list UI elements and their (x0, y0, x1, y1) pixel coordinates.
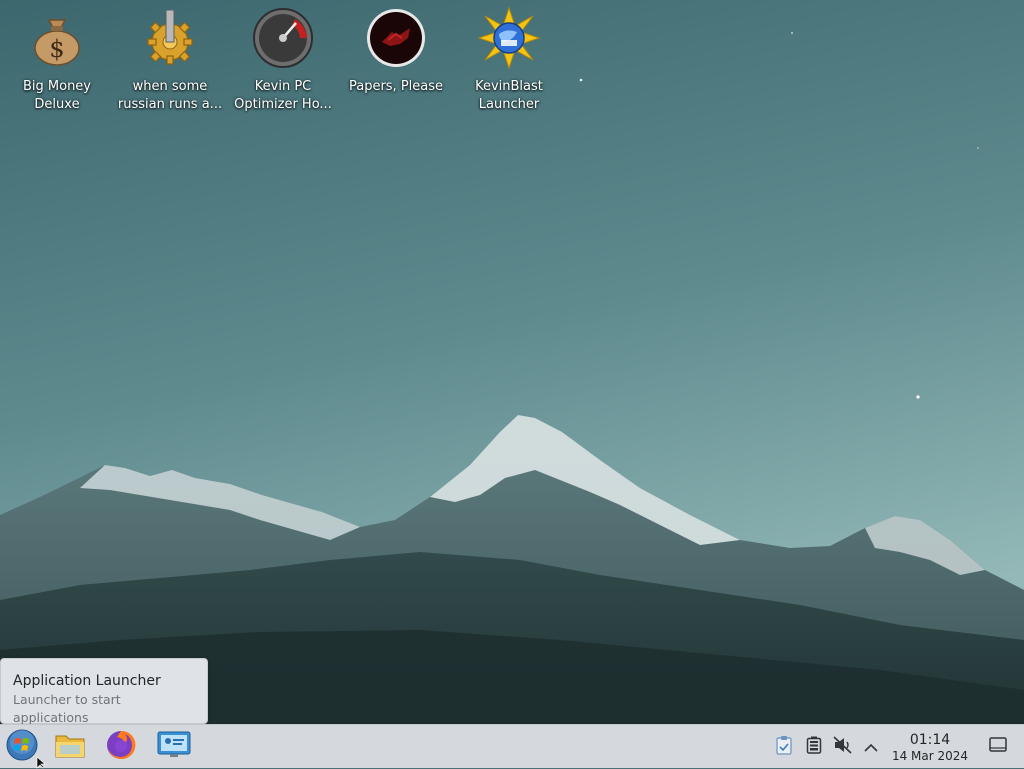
mouse-cursor-icon (36, 757, 46, 769)
speaker-muted-icon (833, 736, 853, 758)
firefox-button[interactable] (103, 729, 139, 765)
desktop-icon-kevinblast-launcher[interactable]: KevinBlast Launcher (454, 6, 564, 121)
taskbar: 01:14 14 Mar 2024 (0, 724, 1024, 768)
desktop-icon-label: Big Money Deluxe (22, 79, 91, 112)
show-hidden-icons-button[interactable] (860, 736, 882, 758)
battery-icon (806, 736, 822, 758)
desktop-icon-russian-runs[interactable]: when some russian runs a... (115, 6, 225, 121)
starburst-globe-icon (477, 6, 541, 70)
desktop-icon-kevin-pc-optimizer[interactable]: Kevin PC Optimizer Ho... (228, 6, 338, 121)
system-settings-button[interactable] (156, 729, 192, 765)
svg-text:$: $ (49, 35, 64, 63)
volume-button[interactable] (832, 736, 854, 758)
tooltip-title: Application Launcher (13, 673, 161, 689)
clock-time: 01:14 (909, 732, 951, 748)
chevron-up-icon (864, 738, 878, 757)
application-launcher-button[interactable] (4, 729, 40, 765)
tooltip-subtitle: Launcher to start applications (13, 692, 121, 725)
desktop-icon-big-money-deluxe[interactable]: $ Big Money Deluxe (2, 6, 112, 121)
speedometer-icon (251, 6, 315, 70)
windows-orb-icon (6, 729, 38, 765)
clock-date: 14 Mar 2024 (891, 749, 969, 763)
digital-clock[interactable]: 01:14 14 Mar 2024 (884, 731, 976, 764)
application-launcher-tooltip: Application Launcher Launcher to start a… (0, 658, 208, 725)
desktop-icon-papers-please[interactable]: Papers, Please (341, 6, 451, 121)
money-bag-icon: $ (25, 6, 89, 70)
show-desktop-button[interactable] (987, 736, 1009, 758)
desktop-icon-label: when some russian runs a... (117, 79, 223, 112)
desktop-icon-area: $ Big Money Deluxe when some russian run… (0, 0, 1024, 130)
firefox-icon (105, 729, 137, 765)
file-manager-button[interactable] (52, 729, 88, 765)
monitor-settings-icon (157, 730, 191, 764)
battery-button[interactable] (803, 736, 825, 758)
clipboard-button[interactable] (773, 736, 795, 758)
desktop-icon-label: KevinBlast Launcher (475, 79, 543, 112)
papers-please-icon (364, 6, 428, 70)
desktop-icon-label: Papers, Please (348, 79, 444, 94)
folder-icon (54, 731, 86, 763)
clipboard-icon (775, 735, 793, 759)
gear-icon (138, 6, 202, 70)
desktop-icon-label: Kevin PC Optimizer Ho... (234, 79, 332, 112)
show-desktop-icon (989, 737, 1007, 757)
